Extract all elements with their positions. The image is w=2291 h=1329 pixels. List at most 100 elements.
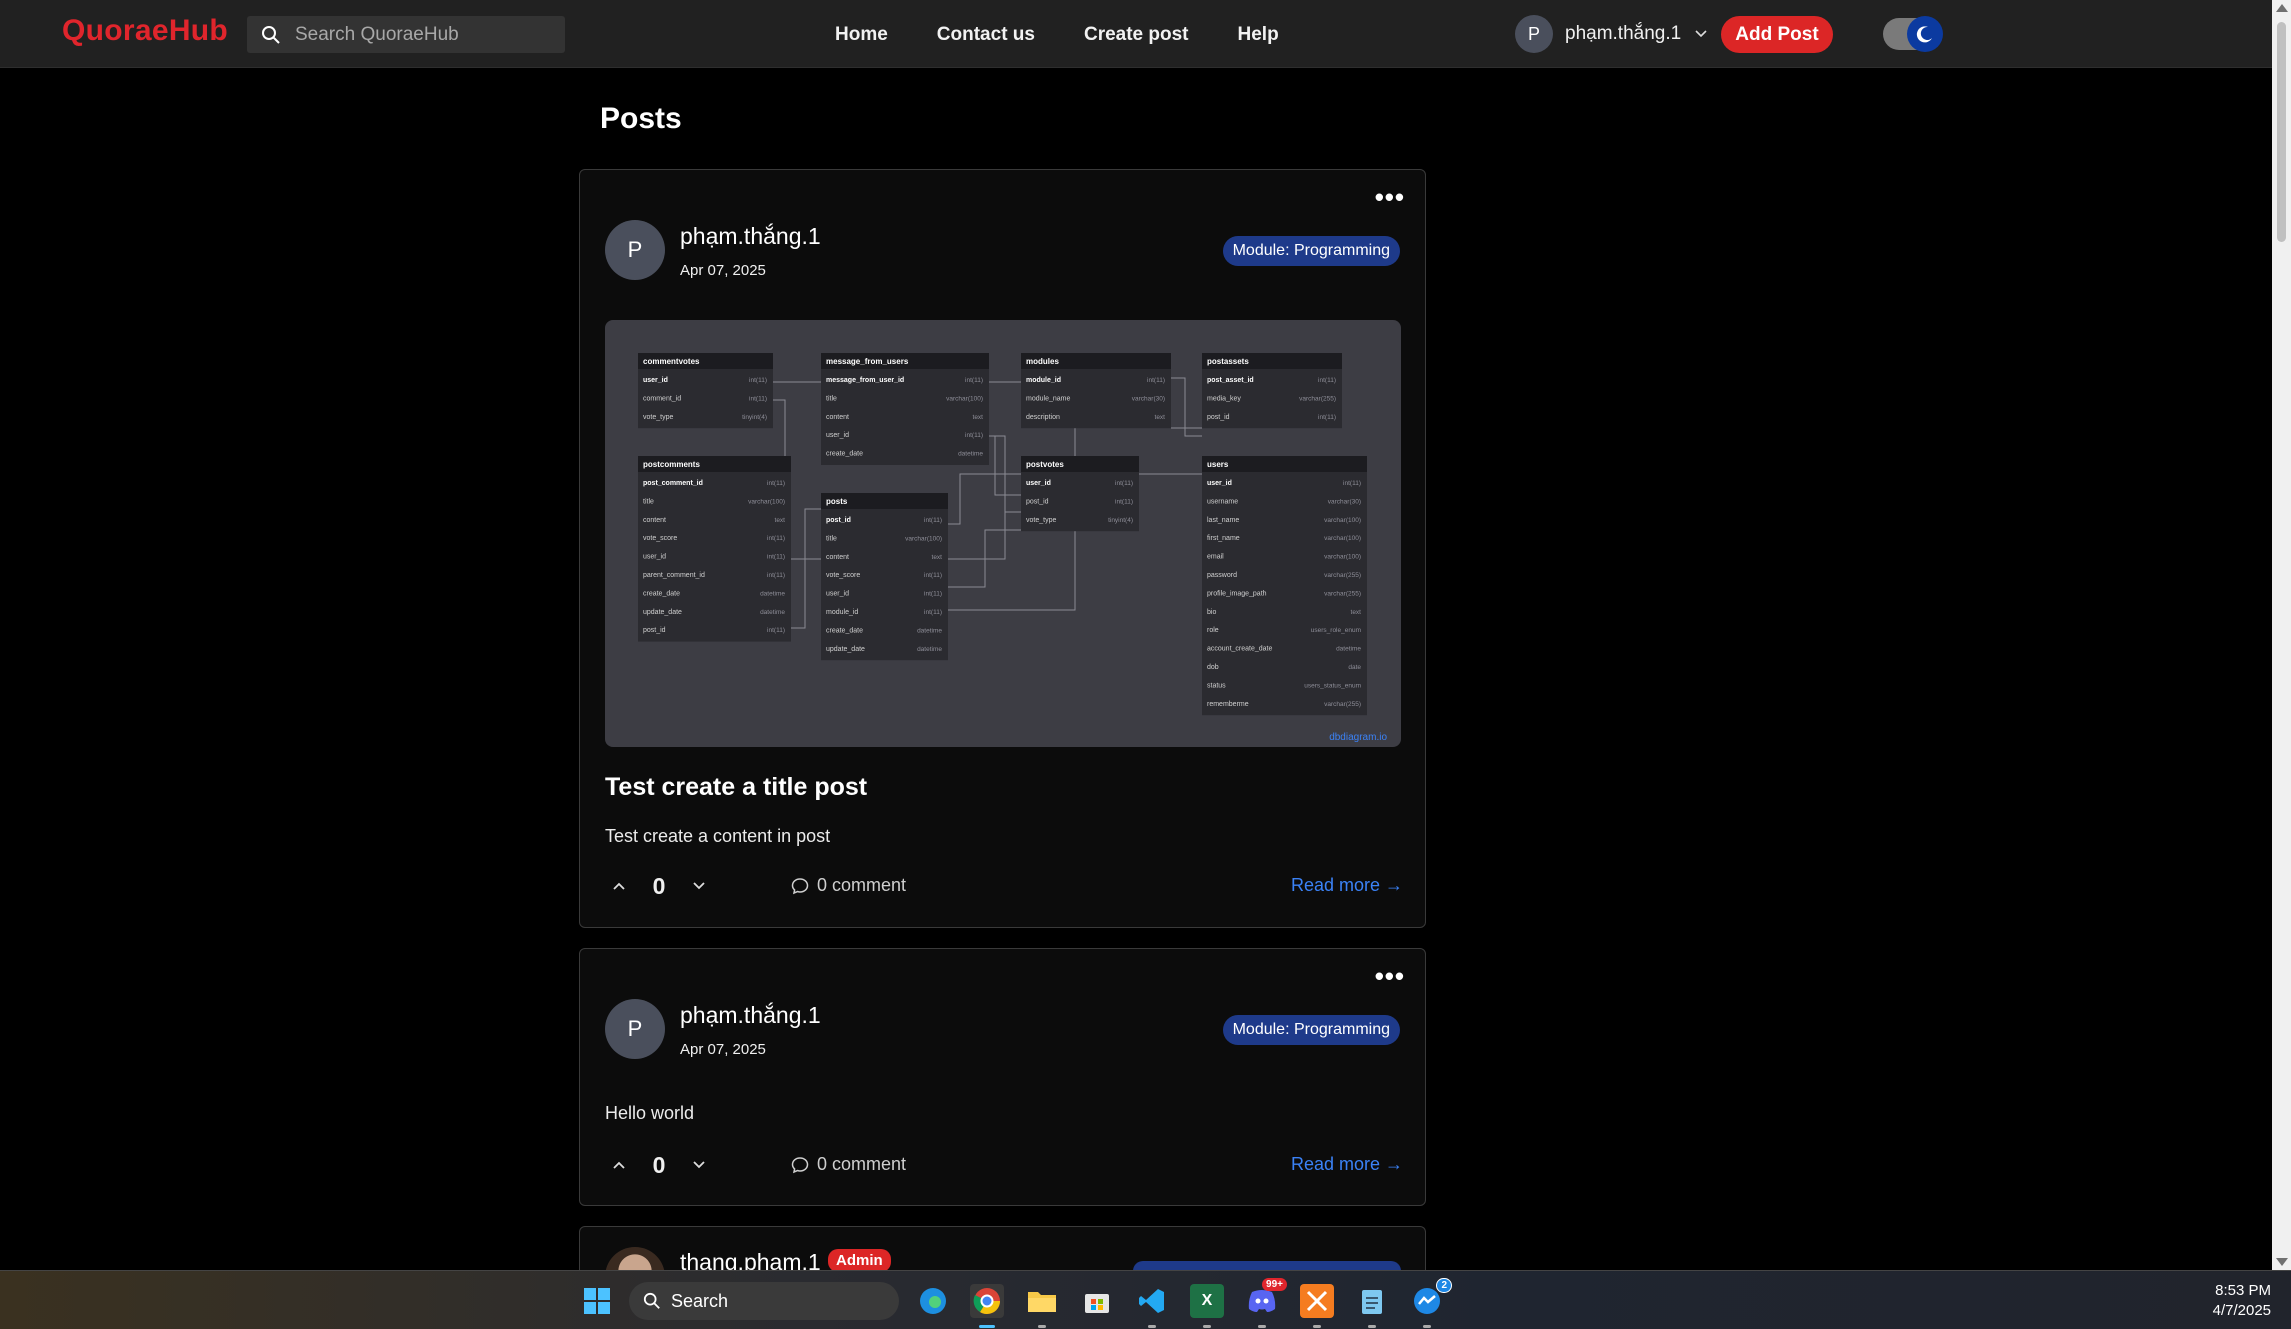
read-more-link[interactable]: Read more →	[1291, 1154, 1403, 1175]
excel-icon[interactable]: X	[1190, 1284, 1224, 1328]
column-type: varchar(100)	[905, 535, 942, 542]
nav-help[interactable]: Help	[1238, 24, 1279, 46]
column-type: int(11)	[767, 554, 785, 561]
logo[interactable]: QuoraeHub	[62, 14, 228, 48]
search-input[interactable]	[295, 23, 555, 46]
post-card[interactable]: ••• P phạm.thắng.1 Apr 07, 2025 Module: …	[579, 169, 1426, 928]
table-name: postcomments	[643, 460, 700, 469]
column-type: int(11)	[1318, 414, 1336, 421]
read-more-link[interactable]: Read more →	[1291, 875, 1403, 896]
table-name: postvotes	[1026, 460, 1064, 469]
edge-icon[interactable]	[916, 1284, 950, 1318]
avatar[interactable]: P	[605, 220, 665, 280]
nav-contact-us[interactable]: Contact us	[937, 24, 1035, 46]
column-name: account_create_date	[1207, 646, 1272, 653]
chevron-down-icon	[1695, 30, 1707, 38]
post-title[interactable]: Test create a title post	[605, 773, 867, 802]
avatar[interactable]: P	[605, 999, 665, 1059]
post-author[interactable]: phạm.thắng.1	[680, 1002, 821, 1029]
column-type: int(11)	[924, 591, 942, 598]
chrome-icon[interactable]	[970, 1284, 1004, 1328]
comments-link[interactable]: 0 comment	[791, 875, 906, 896]
xampp-icon[interactable]	[1300, 1284, 1334, 1328]
file-explorer-icon[interactable]	[1025, 1284, 1059, 1328]
clock-time: 8:53 PM	[2215, 1282, 2271, 1299]
relation-line	[1171, 377, 1202, 437]
top-navbar: QuoraeHub Home Contact us Create post He…	[0, 0, 2272, 68]
post-content: Test create a content in post	[605, 826, 831, 846]
column-name: parent_comment_id	[643, 572, 705, 579]
scroll-up-icon[interactable]	[2276, 4, 2288, 12]
table-message_from_users: message_from_usersmessage_from_user_id in…	[821, 353, 989, 465]
user-menu[interactable]: P phạm.thắng.1	[1515, 15, 1709, 53]
column-type: varchar(100)	[1324, 554, 1361, 561]
module-badge[interactable]: Module: Programming	[1222, 236, 1400, 266]
nav-home[interactable]: Home	[835, 24, 888, 46]
add-post-button[interactable]: Add Post	[1721, 16, 1833, 53]
table-name: users	[1207, 460, 1229, 469]
column-type: int(11)	[767, 627, 785, 634]
table-name: message_from_users	[826, 357, 909, 366]
upvote-button[interactable]	[605, 872, 633, 900]
column-name: title	[826, 535, 837, 542]
messenger-icon[interactable]: 2	[1410, 1278, 1452, 1328]
vote-controls: 0	[605, 872, 713, 900]
vote-controls: 0	[605, 1151, 713, 1179]
column-name: post_id	[1207, 414, 1230, 421]
table-name: commentvotes	[643, 357, 700, 366]
post-image[interactable]: commentvotes user_id int(11) comment_id int(…	[605, 320, 1401, 747]
column-name: module_id	[1026, 377, 1061, 384]
column-name: user_id	[826, 432, 849, 439]
downvote-button[interactable]	[685, 1151, 713, 1179]
page-scrollbar[interactable]	[2272, 0, 2291, 1270]
upvote-button[interactable]	[605, 1151, 633, 1179]
comment-count: 0 comment	[817, 1154, 907, 1174]
column-type: datetime	[917, 627, 942, 634]
comment-icon	[791, 877, 809, 894]
relation-line	[791, 508, 821, 629]
vscode-icon[interactable]	[1135, 1284, 1169, 1328]
theme-toggle[interactable]	[1883, 16, 1943, 52]
column-name: vote_type	[643, 414, 673, 421]
column-type: varchar(255)	[1324, 701, 1361, 708]
table-postcomments: postcomments post_comment_id int(11) title v…	[638, 456, 791, 642]
store-icon[interactable]	[1080, 1284, 1114, 1318]
post-author[interactable]: phạm.thắng.1	[680, 223, 821, 250]
column-name: vote_type	[1026, 517, 1056, 524]
scroll-thumb[interactable]	[2277, 22, 2286, 242]
downvote-button[interactable]	[685, 872, 713, 900]
column-type: text	[973, 414, 984, 421]
column-name: update_date	[826, 646, 865, 653]
column-type: int(11)	[1115, 480, 1133, 487]
column-name: vote_score	[826, 572, 860, 579]
discord-icon[interactable]: 99+	[1245, 1278, 1287, 1328]
column-type: int(11)	[767, 572, 785, 579]
search-box[interactable]	[247, 16, 565, 53]
column-type: int(11)	[965, 377, 983, 384]
system-clock[interactable]: 8:53 PM 4/7/2025	[2213, 1281, 2271, 1321]
column-type: text	[1155, 414, 1166, 421]
column-type: text	[932, 554, 943, 561]
column-type: int(11)	[924, 609, 942, 616]
windows-start-icon[interactable]	[580, 1284, 614, 1318]
scroll-down-icon[interactable]	[2276, 1258, 2288, 1266]
column-type: int(11)	[749, 377, 767, 384]
relation-line	[948, 474, 1006, 560]
column-type: varchar(255)	[1324, 572, 1361, 579]
module-badge[interactable]: Module: Programming	[1222, 1015, 1400, 1045]
comments-link[interactable]: 0 comment	[791, 1154, 906, 1175]
column-name: content	[643, 517, 666, 524]
post-card[interactable]: ••• P phạm.thắng.1 Apr 07, 2025 Module: …	[579, 948, 1426, 1206]
more-options-icon[interactable]: •••	[1375, 963, 1405, 989]
notepad-icon[interactable]	[1355, 1284, 1389, 1328]
dbdiagram-watermark: dbdiagram.io	[1329, 732, 1387, 743]
column-type: varchar(100)	[1324, 535, 1361, 542]
table-postassets: postassets post_asset_id int(11) media_key v…	[1202, 353, 1342, 429]
chevron-up-icon	[613, 882, 625, 890]
more-options-icon[interactable]: •••	[1375, 184, 1405, 210]
taskbar-search[interactable]: Search	[629, 1282, 899, 1320]
nav-create-post[interactable]: Create post	[1084, 24, 1189, 46]
column-name: media_key	[1207, 395, 1241, 402]
column-type: varchar(255)	[1324, 590, 1361, 597]
admin-badge: Admin	[828, 1249, 891, 1272]
